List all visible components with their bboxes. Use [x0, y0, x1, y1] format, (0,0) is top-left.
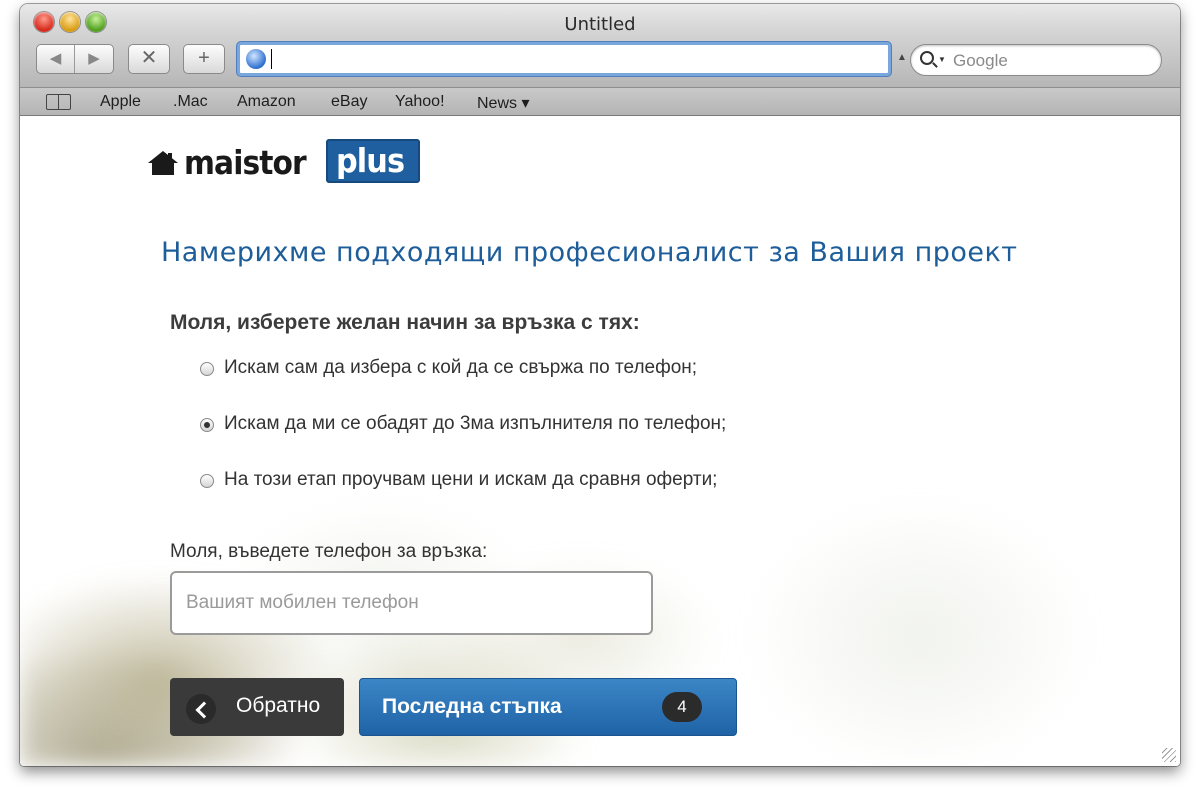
phone-input[interactable]: [170, 571, 653, 635]
bookmark-yahoo[interactable]: Yahoo!: [395, 93, 445, 111]
back-forward-group: ◀ ▶: [36, 44, 114, 74]
radio-option-1[interactable]: [200, 362, 214, 376]
resize-grip[interactable]: [1162, 748, 1176, 762]
chevron-down-icon[interactable]: ▼: [938, 55, 946, 64]
background-photo: [20, 117, 1180, 766]
last-step-button[interactable]: Последна стъпка 4: [359, 678, 737, 736]
book-icon[interactable]: [46, 94, 72, 110]
window-title: Untitled: [564, 14, 636, 35]
browser-window: Untitled ◀ ▶ ✕ + ▲ ▼ Apple .Mac Amazon e…: [20, 4, 1180, 766]
bookmarks-bar: Apple .Mac Amazon eBay Yahoo! News ▾: [20, 88, 1180, 116]
house-icon: [148, 151, 178, 175]
last-step-label: Последна стъпка: [382, 695, 562, 718]
add-bookmark-button[interactable]: +: [183, 44, 225, 74]
back-arrow-icon[interactable]: ◀: [37, 45, 75, 73]
stop-button[interactable]: ✕: [128, 44, 170, 74]
contact-method-question: Моля, изберете желан начин за връзка с т…: [170, 311, 640, 334]
option-label: На този етап проучвам цени и искам да ср…: [224, 469, 718, 490]
bookmark-mac[interactable]: .Mac: [173, 93, 208, 111]
logo-wordmark: maistor: [184, 143, 307, 182]
url-dropdown-icon[interactable]: ▲: [897, 52, 907, 63]
logo-plus-text: plus: [336, 141, 405, 180]
logo-plus-box: plus: [326, 139, 421, 183]
forward-arrow-icon[interactable]: ▶: [75, 45, 113, 73]
step-number-badge: 4: [662, 692, 702, 722]
web-content: maistor plus Намерихме подходящи професи…: [20, 117, 1180, 766]
bookmark-amazon[interactable]: Amazon: [237, 93, 296, 111]
bookmark-news-menu[interactable]: News ▾: [477, 93, 529, 113]
bookmark-ebay[interactable]: eBay: [331, 93, 367, 111]
phone-label: Моля, въведете телефон за връзка:: [170, 541, 488, 562]
window-titlebar: Untitled ◀ ▶ ✕ + ▲ ▼: [20, 4, 1180, 88]
search-input[interactable]: [953, 50, 1153, 72]
text-caret: [271, 49, 272, 69]
back-button-label: Обратно: [236, 694, 321, 717]
search-field[interactable]: ▼: [910, 44, 1162, 76]
address-bar[interactable]: [237, 42, 891, 76]
globe-icon: [246, 49, 266, 69]
url-input[interactable]: [270, 48, 880, 70]
bookmark-apple[interactable]: Apple: [100, 93, 141, 111]
radio-option-2[interactable]: [200, 418, 214, 432]
search-icon: [920, 51, 934, 65]
radio-option-3[interactable]: [200, 474, 214, 488]
page-heading: Намерихме подходящи професионалист за Ва…: [161, 237, 1018, 268]
option-label: Искам сам да избера с кой да се свържа п…: [224, 357, 698, 378]
option-label: Искам да ми се обадят до 3ма изпълнителя…: [224, 413, 727, 434]
back-button[interactable]: Обратно: [170, 678, 344, 736]
chevron-left-icon: [186, 694, 216, 724]
